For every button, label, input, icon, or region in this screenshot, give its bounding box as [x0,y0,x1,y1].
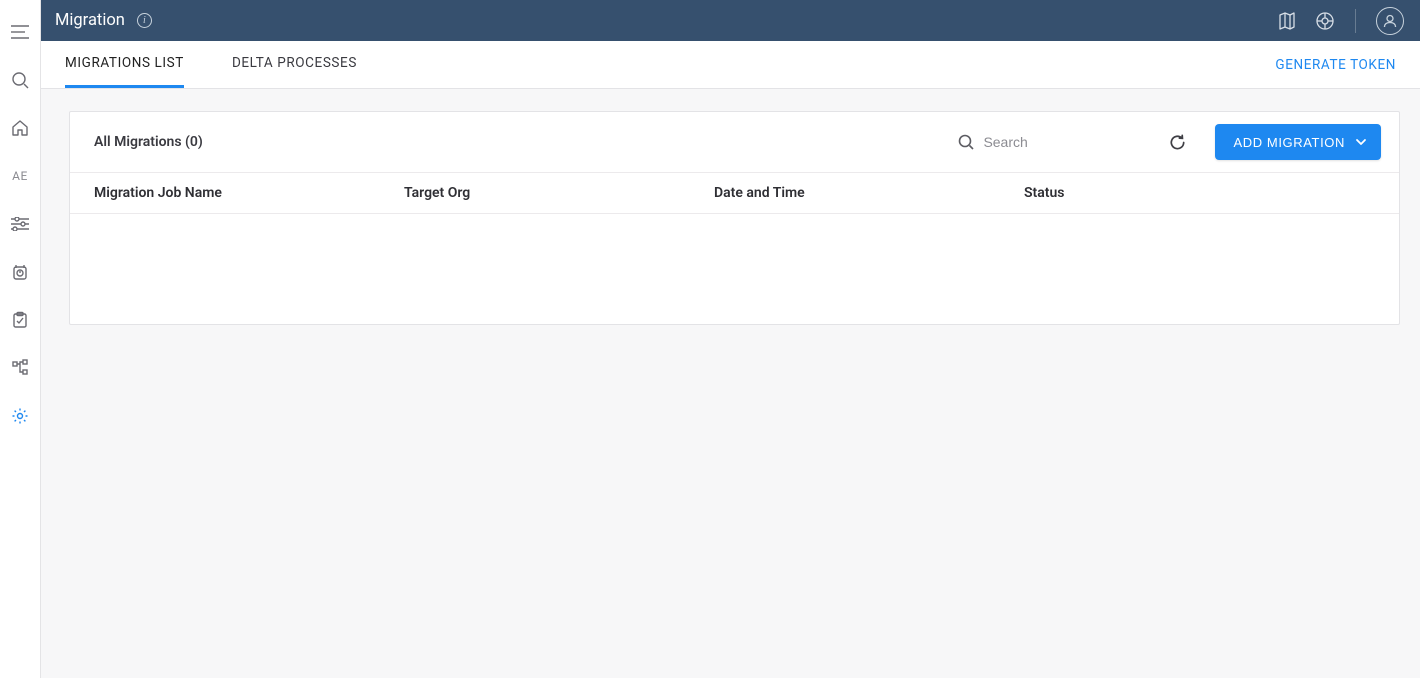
col-header-date: Date and Time [714,185,1024,201]
sidebar-hierarchy[interactable] [0,344,40,392]
sliders-icon [11,217,29,231]
sidebar-menu-toggle[interactable] [0,8,40,56]
sidebar: AE [0,0,41,678]
add-migration-label: ADD MIGRATION [1233,135,1345,150]
sidebar-settings[interactable] [0,392,40,440]
topbar-divider [1355,9,1356,33]
panel-header: All Migrations (0) [70,112,1399,172]
sidebar-schedule[interactable] [0,248,40,296]
tab-label: DELTA PROCESSES [232,55,357,71]
sidebar-home[interactable] [0,104,40,152]
tab-label: MIGRATIONS LIST [65,55,184,71]
col-header-status: Status [1024,185,1375,201]
user-avatar[interactable] [1376,7,1404,35]
page-title-wrap: Migration i [55,11,152,30]
map-icon[interactable] [1277,11,1297,31]
migrations-panel: All Migrations (0) [69,111,1400,325]
search-wrap [957,133,1147,151]
ae-label: AE [12,169,28,183]
gear-icon [11,407,29,425]
refresh-icon [1168,133,1187,152]
table-body [70,214,1399,324]
page-title: Migration [55,11,125,30]
panel-title: All Migrations (0) [94,134,203,150]
col-header-job: Migration Job Name [94,185,404,201]
content-area: All Migrations (0) [41,89,1420,678]
sidebar-sliders[interactable] [0,200,40,248]
info-icon[interactable]: i [137,13,152,28]
tab-migrations-list[interactable]: MIGRATIONS LIST [65,41,184,88]
tab-delta-processes[interactable]: DELTA PROCESSES [232,41,357,88]
topbar: Migration i [41,0,1420,41]
sidebar-ae[interactable]: AE [0,152,40,200]
search-input[interactable] [983,134,1133,150]
table-header: Migration Job Name Target Org Date and T… [70,172,1399,214]
hierarchy-icon [11,359,29,377]
menu-icon [11,25,29,39]
search-icon [11,71,29,89]
home-icon [11,119,29,137]
tab-row: MIGRATIONS LIST DELTA PROCESSES GENERATE… [41,41,1420,89]
stopwatch-icon [11,263,29,281]
sidebar-tasks[interactable] [0,296,40,344]
generate-token-link[interactable]: GENERATE TOKEN [1275,41,1396,88]
clipboard-check-icon [11,311,29,329]
sidebar-search[interactable] [0,56,40,104]
generate-token-label: GENERATE TOKEN [1275,57,1396,73]
add-migration-button[interactable]: ADD MIGRATION [1215,124,1381,160]
col-header-target: Target Org [404,185,714,201]
refresh-button[interactable] [1163,128,1191,156]
support-icon[interactable] [1315,11,1335,31]
chevron-down-icon [1355,136,1367,148]
search-icon [957,133,975,151]
